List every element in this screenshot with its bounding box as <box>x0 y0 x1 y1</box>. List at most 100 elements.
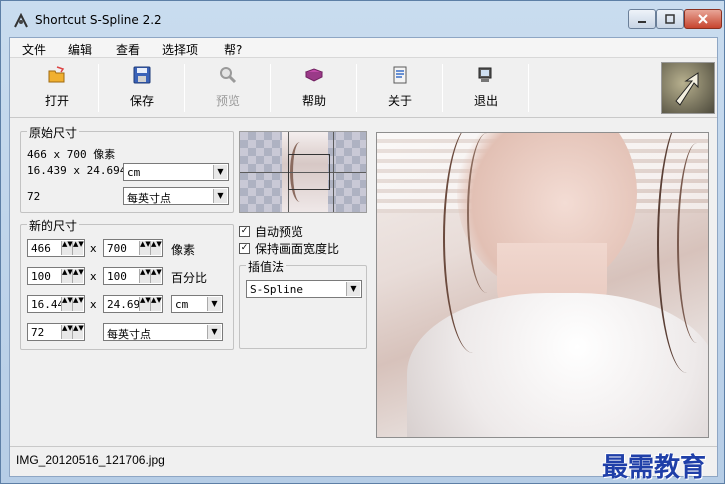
about-label: 关于 <box>387 94 412 108</box>
new-width-cm-value: 16.44 <box>31 298 65 311</box>
original-size-title: 原始尺寸 <box>27 124 80 141</box>
times-sign: x <box>90 270 97 283</box>
new-height-cm-value: 24.69 <box>107 298 141 311</box>
interpolation-select[interactable]: S-Spline ▼ <box>246 280 362 298</box>
stepper-icon: ▲▼ <box>139 297 151 311</box>
menu-options[interactable]: 选择项 <box>162 41 198 58</box>
minimize-button[interactable] <box>628 9 656 29</box>
new-resolution-value: 72 <box>31 326 45 339</box>
keep-ratio-checkbox[interactable]: ✓ 保持画面宽度比 <box>239 240 339 257</box>
new-height-cm-stepper[interactable]: 24.69 ▲▼ ▲▼ <box>103 295 163 313</box>
stepper-icon: ▲▼ <box>61 325 73 339</box>
menu-help[interactable]: 帮? <box>224 41 242 58</box>
menu-bar: 文件 编辑 查看 选择项 帮? <box>10 38 717 58</box>
auto-preview-checkbox[interactable]: ✓ 自动预览 <box>239 223 303 240</box>
preview-button[interactable]: 预览 <box>188 62 268 114</box>
client-area: 文件 编辑 查看 选择项 帮? 打开 保存 预览 帮助 关于 退出 原始尺寸 4… <box>9 37 718 483</box>
checkmark-icon: ✓ <box>239 226 250 237</box>
toolbar-separator <box>270 64 271 112</box>
percent-label: 百分比 <box>171 271 208 285</box>
toolbar-separator <box>98 64 99 112</box>
toolbar-separator <box>528 64 529 112</box>
magnifier-icon <box>220 67 237 84</box>
new-size-group: 新的尺寸 466 ▲▼ ▲▼ x 700 ▲▼ ▲▼ 像素 100 ▲▼ ▲▼ x 1… <box>20 217 234 350</box>
new-width-pct-value: 100 <box>31 270 51 283</box>
toolbar: 打开 保存 预览 帮助 关于 退出 <box>10 58 717 118</box>
view-rectangle[interactable] <box>288 154 330 190</box>
original-unit-value: cm <box>127 166 141 179</box>
menu-view[interactable]: 查看 <box>116 41 140 58</box>
new-size-unit-select[interactable]: cm ▼ <box>171 295 223 313</box>
exit-door-icon <box>478 67 492 82</box>
watermark-text: 最需教育 <box>602 453 707 483</box>
original-unit-select[interactable]: cm ▼ <box>123 163 229 181</box>
toolbar-separator <box>184 64 185 112</box>
status-filename: IMG_20120516_121706.jpg <box>16 453 165 467</box>
image-preview[interactable] <box>376 132 709 438</box>
product-logo-button[interactable] <box>661 62 715 114</box>
new-resolution-stepper[interactable]: 72 ▲▼ ▲▼ <box>27 323 85 341</box>
maximize-button[interactable] <box>656 9 684 29</box>
original-size: 16.439 x 24.694 <box>27 164 127 177</box>
stepper-icon: ▲▼ <box>61 269 73 283</box>
original-resolution-unit-select[interactable]: 每英寸点 ▼ <box>123 187 229 205</box>
open-label: 打开 <box>44 94 69 108</box>
interpolation-group: 插值法 S-Spline ▼ <box>239 258 367 349</box>
thumbnail-navigator[interactable] <box>239 131 367 213</box>
folder-open-icon <box>48 66 65 83</box>
preview-label: 预览 <box>215 94 240 108</box>
floppy-disk-icon <box>133 66 151 84</box>
menu-edit[interactable]: 编辑 <box>68 41 92 58</box>
pixels-label: 像素 <box>171 243 196 257</box>
new-width-cm-stepper[interactable]: 16.44 ▲▼ ▲▼ <box>27 295 85 313</box>
chevron-down-icon: ▼ <box>213 165 227 179</box>
new-height-px-value: 700 <box>107 242 127 255</box>
times-sign: x <box>90 242 97 255</box>
about-button[interactable]: 关于 <box>360 62 440 114</box>
keep-ratio-label: 保持画面宽度比 <box>255 242 340 256</box>
original-resolution: 72 <box>27 190 41 203</box>
book-icon <box>305 68 323 82</box>
interpolation-title: 插值法 <box>246 258 287 275</box>
chevron-down-icon: ▼ <box>207 297 221 311</box>
close-icon <box>698 14 708 24</box>
stepper-icon: ▲▼ <box>72 297 84 311</box>
new-height-pct-stepper[interactable]: 100 ▲▼ ▲▼ <box>103 267 163 285</box>
stepper-icon: ▲▼ <box>72 325 84 339</box>
menu-file[interactable]: 文件 <box>22 41 46 58</box>
window-title: Shortcut S-Spline 2.2 <box>35 13 162 27</box>
chevron-down-icon: ▼ <box>207 325 221 339</box>
save-button[interactable]: 保存 <box>102 62 182 114</box>
new-height-px-stepper[interactable]: 700 ▲▼ ▲▼ <box>103 239 163 257</box>
info-document-icon <box>393 66 407 84</box>
exit-label: 退出 <box>473 94 498 108</box>
open-button[interactable]: 打开 <box>17 62 97 114</box>
close-button[interactable] <box>684 9 722 29</box>
checkmark-icon: ✓ <box>239 243 250 254</box>
stepper-icon: ▲▼ <box>72 269 84 283</box>
stepper-icon: ▲▼ <box>150 241 162 255</box>
stepper-icon: ▲▼ <box>150 269 162 283</box>
new-width-px-stepper[interactable]: 466 ▲▼ ▲▼ <box>27 239 85 257</box>
photo-hair-strand <box>467 133 507 293</box>
app-logo-icon <box>14 13 28 28</box>
new-size-title: 新的尺寸 <box>27 217 80 234</box>
app-logo-arrow-icon <box>675 72 699 106</box>
exit-button[interactable]: 退出 <box>446 62 526 114</box>
stepper-icon: ▲▼ <box>150 297 162 311</box>
new-resolution-unit-select[interactable]: 每英寸点 ▼ <box>103 323 223 341</box>
photo-hair-strand <box>677 143 708 343</box>
interpolation-value: S-Spline <box>250 283 303 296</box>
toolbar-separator <box>356 64 357 112</box>
original-size-group: 原始尺寸 466 x 700 像素 16.439 x 24.694 cm ▼ 7… <box>20 124 234 213</box>
auto-preview-label: 自动预览 <box>255 225 304 239</box>
chevron-down-icon: ▼ <box>213 189 227 203</box>
stepper-icon: ▲▼ <box>61 241 73 255</box>
new-size-unit-value: cm <box>175 298 189 311</box>
title-bar[interactable]: Shortcut S-Spline 2.2 <box>1 1 725 37</box>
new-width-pct-stepper[interactable]: 100 ▲▼ ▲▼ <box>27 267 85 285</box>
chevron-down-icon: ▼ <box>346 282 360 296</box>
stepper-icon: ▲▼ <box>139 269 151 283</box>
new-width-px-value: 466 <box>31 242 51 255</box>
help-button[interactable]: 帮助 <box>274 62 354 114</box>
